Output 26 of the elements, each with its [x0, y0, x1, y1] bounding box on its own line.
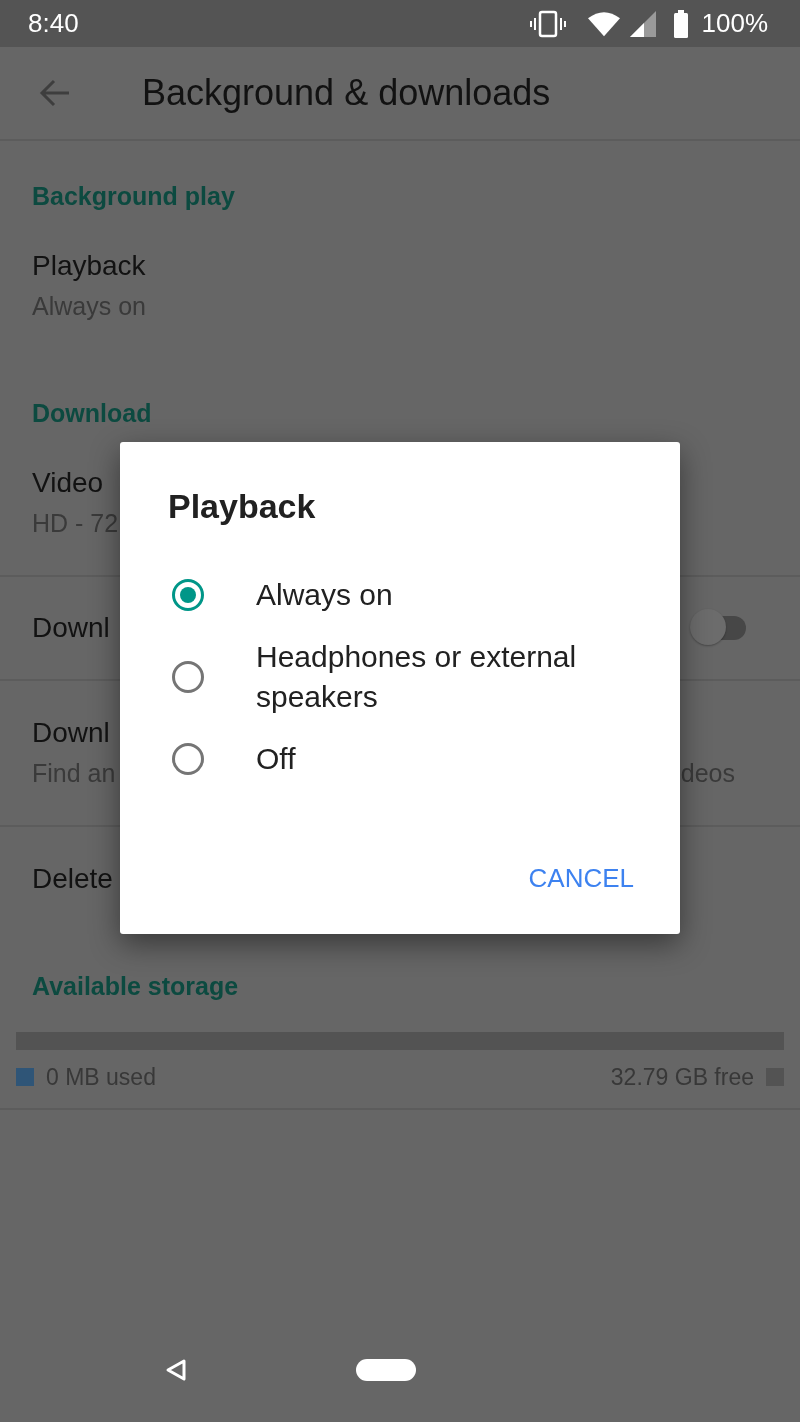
battery-icon [673, 9, 688, 38]
vibrate-icon [529, 9, 566, 38]
setting-title[interactable]: Video [32, 463, 119, 503]
option-label[interactable]: Headphones or external speakers [256, 637, 634, 717]
battery-level: 100% [701, 8, 768, 39]
used-swatch [16, 1068, 34, 1086]
clock: 8:40 [28, 8, 79, 39]
setting-title[interactable]: Downl [32, 608, 110, 648]
radio-button[interactable] [172, 661, 204, 693]
screen-title: Background & downloads [142, 72, 551, 114]
home-button[interactable] [356, 1359, 416, 1381]
section-header: Available storage [31, 971, 240, 1002]
setting-title[interactable]: Downl [32, 713, 116, 753]
setting-title[interactable]: Delete [32, 859, 113, 899]
radio-button[interactable] [172, 743, 204, 775]
radio-button[interactable] [172, 579, 204, 611]
back-icon[interactable] [164, 1358, 188, 1382]
section-header: Background play [31, 181, 236, 212]
section-header: Download [31, 398, 153, 429]
option-label[interactable]: Always on [256, 575, 393, 615]
signal-icon [629, 10, 656, 37]
wifi-icon [587, 10, 620, 37]
dialog-title: Playback [168, 486, 317, 526]
setting-title[interactable]: Playback [32, 246, 146, 286]
option-label[interactable]: Off [256, 739, 296, 779]
cancel-button[interactable]: CANCEL [528, 857, 634, 900]
